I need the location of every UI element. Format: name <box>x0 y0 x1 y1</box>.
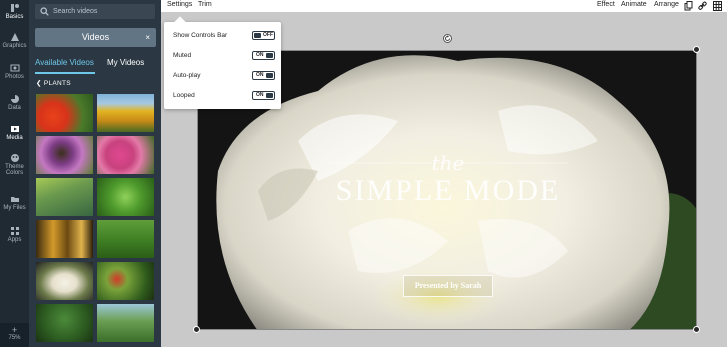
video-thumbnail[interactable] <box>36 94 93 132</box>
muted-toggle[interactable]: ON <box>252 51 275 60</box>
rail-item-label: Basics <box>5 14 24 20</box>
zoom-control[interactable]: + 75% <box>0 323 29 347</box>
search-icon <box>40 7 49 16</box>
trim-button[interactable]: Trim <box>198 1 212 8</box>
close-icon[interactable]: × <box>145 28 150 47</box>
search-input[interactable]: Search videos <box>35 4 155 19</box>
toggle-state: ON <box>256 52 264 58</box>
effect-button[interactable]: Effect <box>597 1 615 8</box>
video-tabs: Available Videos My Videos <box>35 56 156 74</box>
video-thumbnail[interactable] <box>97 220 154 258</box>
zoom-plus-icon[interactable]: + <box>0 326 29 335</box>
rotate-handle[interactable] <box>443 34 452 43</box>
breadcrumb[interactable]: ❮ PLANTS <box>36 79 71 87</box>
rail-item-apps[interactable]: Apps <box>0 226 29 243</box>
link-icon[interactable] <box>698 1 707 11</box>
search-placeholder: Search videos <box>53 8 98 15</box>
slide-main-title[interactable]: SIMPLE MODE <box>198 174 696 208</box>
setting-label: Auto-play <box>173 72 201 79</box>
animate-button[interactable]: Animate <box>621 1 647 8</box>
setting-looped: Looped ON <box>173 90 275 102</box>
video-thumbnail[interactable] <box>97 178 154 216</box>
chevron-left-icon: ❮ <box>36 80 42 87</box>
rail-item-photos[interactable]: Photos <box>0 63 29 80</box>
setting-muted: Muted ON <box>173 50 275 62</box>
rail-item-my-files[interactable]: My Files <box>0 194 29 211</box>
rail-item-graphics[interactable]: Graphics <box>0 32 29 49</box>
videos-filter-chip[interactable]: Videos × <box>35 28 156 47</box>
media-panel: Search videos Videos × Available Videos … <box>29 0 161 347</box>
looped-toggle[interactable]: ON <box>252 91 275 100</box>
rail-item-data[interactable]: Data <box>0 94 29 111</box>
folder-icon <box>10 197 19 202</box>
video-thumbnail[interactable] <box>36 178 93 216</box>
breadcrumb-label: PLANTS <box>43 80 71 87</box>
data-icon <box>10 95 19 103</box>
rail-item-label: Photos <box>5 74 24 80</box>
zoom-level: 75% <box>8 335 21 341</box>
video-thumbnail[interactable] <box>97 262 154 300</box>
basics-icon <box>10 4 19 12</box>
arrange-button[interactable]: Arrange <box>654 1 679 8</box>
copy-icon[interactable] <box>684 1 693 11</box>
toggle-state: ON <box>256 92 264 98</box>
toggle-knob <box>266 93 273 98</box>
popover-caret <box>174 16 186 28</box>
slide-presenter-label[interactable]: Presented by Sarah <box>403 275 493 297</box>
setting-auto-play: Auto-play ON <box>173 70 275 82</box>
rotate-icon <box>445 35 450 41</box>
rail-item-label: Media <box>6 135 23 141</box>
photos-icon <box>10 64 19 72</box>
slide-script-title[interactable]: the <box>198 151 696 175</box>
resize-handle-bottom-left[interactable] <box>193 326 200 333</box>
setting-label: Looped <box>173 92 195 99</box>
video-thumbnail[interactable] <box>36 136 93 174</box>
apps-icon <box>10 227 19 235</box>
setting-show-controls-bar: Show Controls Bar OFF <box>173 30 275 42</box>
tab-my-videos[interactable]: My Videos <box>107 58 144 67</box>
toggle-knob <box>266 73 273 78</box>
video-thumbnail[interactable] <box>36 262 93 300</box>
grid-icon[interactable] <box>713 1 722 11</box>
chip-label: Videos <box>81 32 110 42</box>
video-thumbnail[interactable] <box>36 220 93 258</box>
setting-label: Show Controls Bar <box>173 32 228 39</box>
video-thumbnail[interactable] <box>97 94 154 132</box>
resize-handle-top-right[interactable] <box>693 46 700 53</box>
toggle-knob <box>254 33 261 38</box>
rail-item-label: Theme Colors <box>5 164 24 176</box>
rail-item-label: Apps <box>7 237 22 243</box>
auto-play-toggle[interactable]: ON <box>252 71 275 80</box>
top-toolbar: Settings Trim Effect Animate Arrange <box>161 0 727 12</box>
rail-item-theme-colors[interactable]: Theme Colors <box>0 153 29 176</box>
rail-item-label: Graphics <box>2 43 27 49</box>
settings-button[interactable]: Settings <box>167 1 192 8</box>
video-settings-popover: Show Controls Bar OFF Muted ON Auto-play… <box>164 16 281 109</box>
rail-item-media[interactable]: Media <box>0 124 29 141</box>
media-icon <box>10 126 19 132</box>
video-thumbnail[interactable] <box>36 304 93 342</box>
show-controls-toggle[interactable]: OFF <box>252 31 275 40</box>
resize-handle-bottom-right[interactable] <box>693 326 700 333</box>
video-thumbnail[interactable] <box>97 304 154 342</box>
rail-item-label: My Files <box>3 205 26 211</box>
rail-item-basics[interactable]: Basics <box>0 3 29 20</box>
toggle-state: ON <box>256 72 264 78</box>
left-icon-rail: Basics Graphics Photos Data Media Theme … <box>0 0 29 347</box>
active-tab-indicator <box>35 72 95 74</box>
setting-label: Muted <box>173 52 192 59</box>
toggle-knob <box>266 53 273 58</box>
rail-item-label: Data <box>8 105 21 111</box>
toggle-state: OFF <box>263 32 273 38</box>
video-thumbnail[interactable] <box>97 136 154 174</box>
palette-icon <box>10 154 19 162</box>
graphics-icon <box>10 33 19 41</box>
tab-available-videos[interactable]: Available Videos <box>35 58 94 67</box>
